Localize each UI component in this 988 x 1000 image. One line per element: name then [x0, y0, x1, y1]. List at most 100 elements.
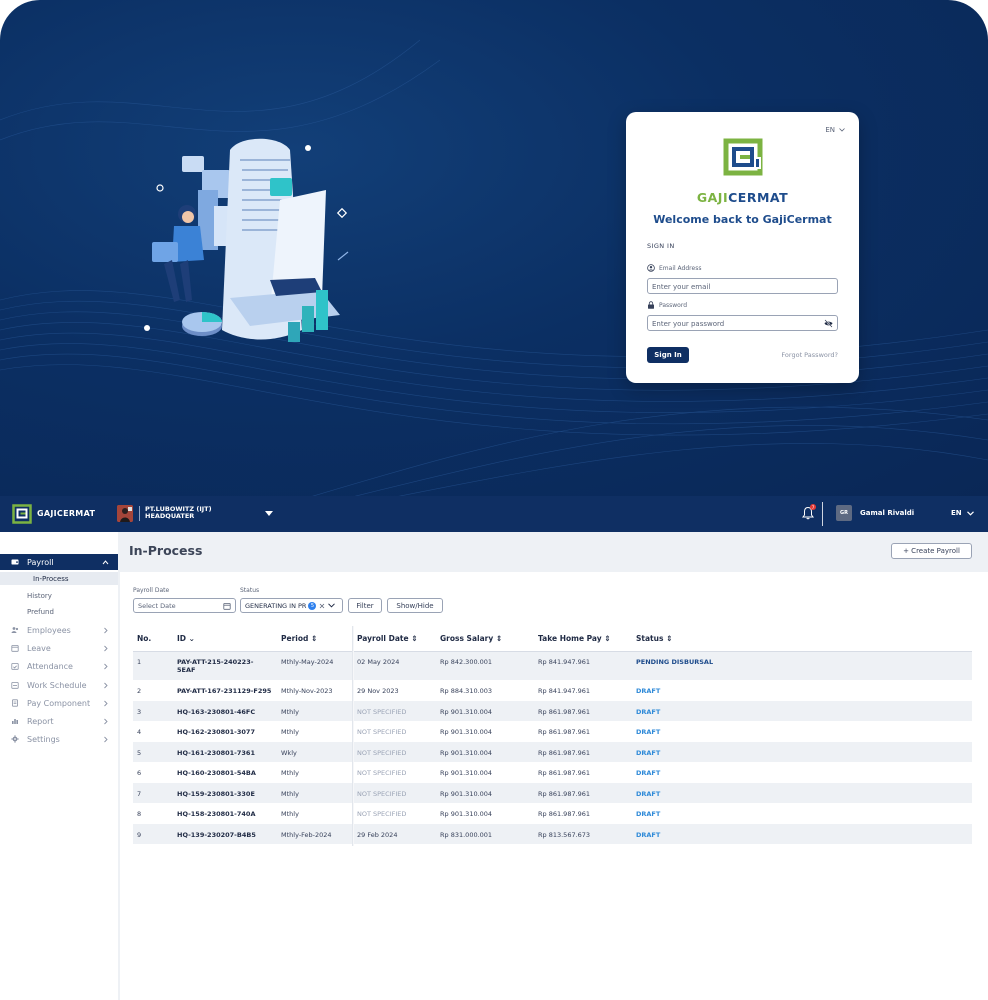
sidebar-label-employees: Employees: [27, 625, 71, 635]
table-row[interactable]: 2 PAY-ATT-167-231129-F295 Mthly-Nov-2023…: [133, 680, 972, 700]
cell-takehome: Rp 841.947.961: [538, 687, 591, 695]
cell-id[interactable]: PAY-ATT-167-231129-F295: [177, 687, 271, 695]
sidebar-item-settings[interactable]: Settings: [0, 731, 118, 747]
col-header-gross-salary[interactable]: Gross Salary ⇕: [440, 634, 502, 643]
cell-payroll-date: NOT SPECIFIED: [357, 728, 407, 736]
clear-icon[interactable]: [319, 603, 325, 609]
table-row[interactable]: 4 HQ-162-230801-3077 Mthly NOT SPECIFIED…: [133, 721, 972, 741]
sidebar-item-report[interactable]: Report: [0, 713, 118, 729]
cell-period: Mthly: [281, 708, 299, 716]
cell-id[interactable]: HQ-159-230801-330E: [177, 790, 255, 798]
table-row[interactable]: 1 PAY-ATT-215-240223- 5EAF Mthly-May-202…: [133, 652, 972, 680]
sidebar-sub-prefund[interactable]: Prefund: [0, 605, 118, 618]
email-field-label: Email Address: [647, 264, 701, 272]
cell-takehome: Rp 861.987.961: [538, 728, 591, 736]
col-header-id[interactable]: ID ⌄: [177, 634, 195, 643]
password-placeholder: Enter your password: [652, 320, 725, 328]
cell-id[interactable]: HQ-161-230801-7361: [177, 749, 255, 757]
filter-button[interactable]: Filter: [348, 598, 382, 613]
status-count-badge: 5: [308, 601, 317, 610]
table-row[interactable]: 9 HQ-139-230207-B4B5 Mthly-Feb-2024 29 F…: [133, 824, 972, 844]
sort-icon: ⇕: [495, 634, 503, 643]
payroll-illustration: [144, 138, 349, 342]
col-header-no: No.: [137, 634, 152, 643]
caret-down-icon[interactable]: [265, 511, 273, 517]
cell-status: DRAFT: [636, 810, 661, 818]
cell-takehome: Rp 861.987.961: [538, 749, 591, 757]
table-row[interactable]: 6 HQ-160-230801-54BA Mthly NOT SPECIFIED…: [133, 762, 972, 782]
cell-takehome: Rp 861.987.961: [538, 769, 591, 777]
col-header-period[interactable]: Period ⇕: [281, 634, 317, 643]
cell-no: 7: [137, 790, 142, 798]
sidebar-item-pay-component[interactable]: Pay Component: [0, 695, 118, 711]
cell-id[interactable]: HQ-139-230207-B4B5: [177, 831, 256, 839]
chevron-right-icon: [104, 700, 108, 706]
cell-period: Mthly-May-2024: [281, 658, 334, 666]
company-selector[interactable]: PT.LUBOWITZ (IJT) HEADQUATER: [145, 506, 212, 520]
sticky-column-shadow: [352, 626, 354, 846]
table-row[interactable]: 5 HQ-161-230801-7361 Wkly NOT SPECIFIED …: [133, 742, 972, 762]
gajicermat-logo-icon: [723, 138, 763, 176]
table-row[interactable]: 7 HQ-159-230801-330E Mthly NOT SPECIFIED…: [133, 783, 972, 803]
sidebar-item-employees[interactable]: Employees: [0, 622, 118, 638]
col-header-status[interactable]: Status ⇕: [636, 634, 672, 643]
cell-payroll-date: 29 Feb 2024: [357, 831, 398, 839]
cell-no: 3: [137, 708, 142, 716]
cell-id[interactable]: HQ-158-230801-740A: [177, 810, 255, 818]
sidebar-item-payroll[interactable]: Payroll: [0, 554, 118, 570]
table-row[interactable]: 8 HQ-158-230801-740A Mthly NOT SPECIFIED…: [133, 803, 972, 823]
eye-off-icon[interactable]: [824, 319, 833, 328]
brand-cermat: CERMAT: [728, 190, 789, 205]
payroll-date-picker[interactable]: Select Date: [133, 598, 236, 613]
cell-id[interactable]: HQ-162-230801-3077: [177, 728, 255, 736]
cell-payroll-date: NOT SPECIFIED: [357, 790, 407, 798]
cell-no: 2: [137, 687, 142, 695]
login-language-select[interactable]: EN: [825, 126, 845, 134]
navbar-brand[interactable]: GAJICERMAT: [37, 509, 95, 518]
sidebar-item-work-schedule[interactable]: Work Schedule: [0, 677, 118, 693]
user-avatar[interactable]: GR: [836, 505, 852, 521]
sidebar-sub-history[interactable]: History: [0, 589, 118, 602]
cell-id[interactable]: PAY-ATT-215-240223- 5EAF: [177, 658, 253, 674]
cell-no: 4: [137, 728, 142, 736]
password-input[interactable]: Enter your password: [647, 315, 838, 331]
col-header-status-label: Status: [636, 634, 664, 643]
cell-takehome: Rp 861.987.961: [538, 790, 591, 798]
calendar-icon: [223, 603, 231, 610]
login-hero: EN GAJICERMAT Welcome back to GajiCermat…: [0, 0, 988, 500]
col-header-gross-label: Gross Salary: [440, 634, 494, 643]
sidebar: Payroll In-Process History Prefund Emplo…: [0, 552, 118, 1000]
sidebar-item-leave[interactable]: Leave: [0, 640, 118, 656]
login-card: EN GAJICERMAT Welcome back to GajiCermat…: [626, 112, 859, 383]
create-payroll-button[interactable]: + Create Payroll: [891, 543, 972, 559]
brand-gaji: GAJI: [696, 190, 729, 205]
email-input[interactable]: Enter your email: [647, 278, 838, 294]
top-navbar: GAJICERMAT PT.LUBOWITZ (IJT) HEADQUATER …: [0, 496, 988, 532]
cell-period: Wkly: [281, 749, 297, 757]
cell-id[interactable]: HQ-163-230801-46FC: [177, 708, 255, 716]
user-name[interactable]: Gamal Rivaldi: [860, 509, 914, 517]
notification-badge: 7: [810, 504, 816, 510]
users-icon: [11, 627, 19, 633]
cell-id[interactable]: HQ-160-230801-54BA: [177, 769, 256, 777]
sidebar-item-attendance[interactable]: Attendance: [0, 658, 118, 674]
show-hide-button[interactable]: Show/Hide: [387, 598, 443, 613]
wallet-icon: [11, 559, 19, 565]
navbar-language-select[interactable]: EN: [951, 509, 974, 517]
chevron-right-icon: [104, 627, 108, 633]
welcome-heading: Welcome back to GajiCermat: [653, 213, 832, 226]
col-header-payroll-date[interactable]: Payroll Date ⇕: [357, 634, 418, 643]
signin-label: SIGN IN: [647, 242, 675, 250]
status-filter-select[interactable]: GENERATING IN PR 5: [240, 598, 343, 613]
cell-payroll-date: 02 May 2024: [357, 658, 400, 666]
cell-gross: Rp 842.300.001: [440, 658, 493, 666]
col-header-take-home[interactable]: Take Home Pay ⇕: [538, 634, 611, 643]
table-row[interactable]: 3 HQ-163-230801-46FC Mthly NOT SPECIFIED…: [133, 701, 972, 721]
cell-status: DRAFT: [636, 749, 661, 757]
forgot-password-link[interactable]: Forgot Password?: [781, 351, 838, 359]
cell-id-line1: PAY-ATT-215-240223-: [177, 658, 254, 666]
signin-button[interactable]: Sign In: [647, 347, 689, 363]
sidebar-label-leave: Leave: [27, 643, 51, 653]
email-label-text: Email Address: [659, 264, 702, 272]
sidebar-sub-inprocess[interactable]: In-Process: [0, 572, 118, 585]
